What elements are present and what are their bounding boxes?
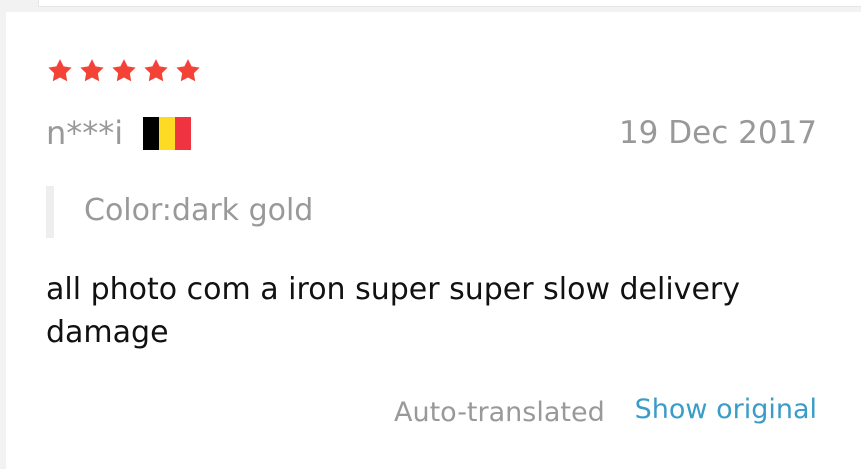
sku-info: Color:dark gold <box>84 193 314 228</box>
review-date: 19 Dec 2017 <box>618 115 817 151</box>
star-icon <box>48 59 72 82</box>
star-rating <box>46 57 202 85</box>
sku-divider <box>46 186 54 238</box>
previous-review-card-edge <box>38 0 861 7</box>
reviewer-name: n***i <box>46 114 124 152</box>
star-icon <box>112 59 136 82</box>
star-icon <box>144 59 168 82</box>
star-icon <box>176 59 200 82</box>
auto-translated-label: Auto-translated <box>394 397 605 428</box>
star-icon <box>80 59 104 82</box>
show-original-link[interactable]: Show original <box>635 396 817 423</box>
belgium-flag-icon <box>143 117 192 150</box>
review-card: n***i 19 Dec 2017 Color:dark gold all ph… <box>6 12 861 469</box>
review-text: all photo com a iron super super slow de… <box>46 272 740 350</box>
reviewer: n***i <box>46 114 192 152</box>
